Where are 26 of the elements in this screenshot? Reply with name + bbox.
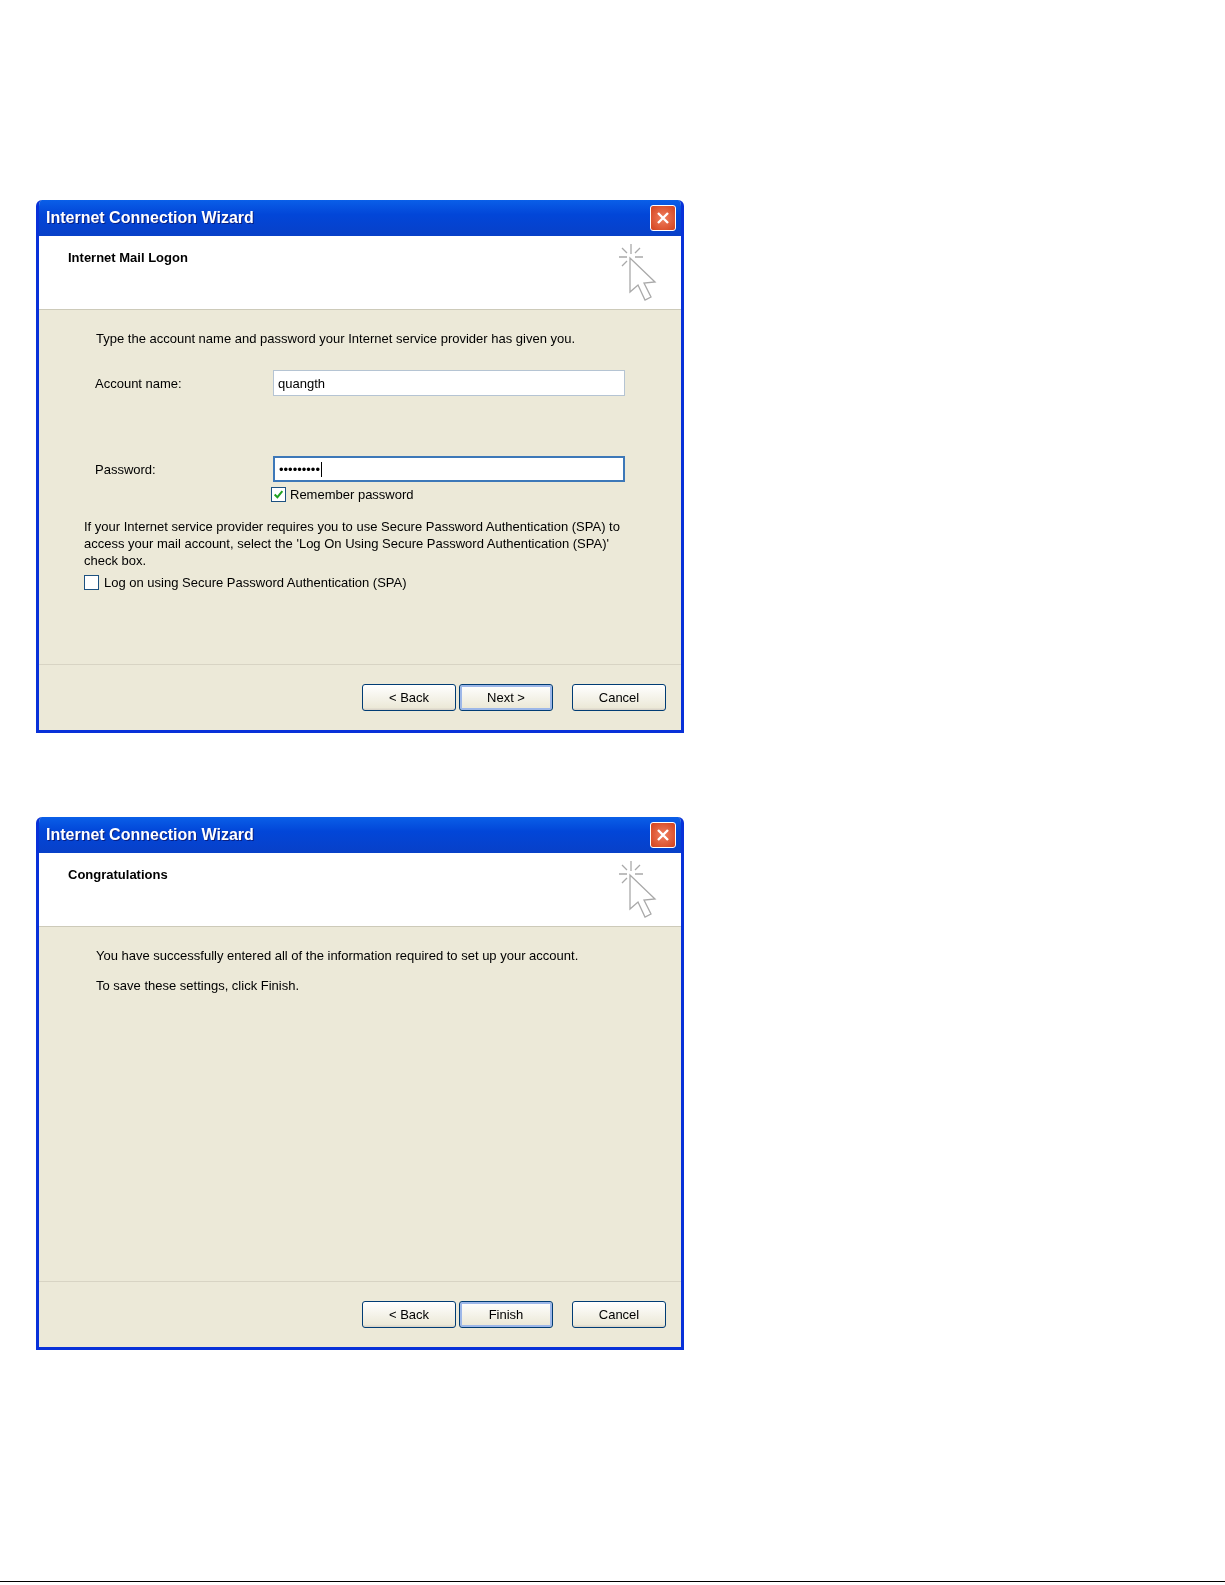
header-title: Congratulations — [68, 867, 168, 882]
wizard-button[interactable]: Cancel — [572, 684, 666, 711]
field-label: Account name: — [95, 375, 183, 391]
close-icon — [656, 211, 670, 225]
wizard-button[interactable]: Cancel — [572, 1301, 666, 1328]
close-icon — [656, 828, 670, 842]
checkbox-label: Log on using Secure Password Authentication (SPA) — [104, 575, 407, 590]
wizard-button[interactable]: Finish — [459, 1301, 553, 1328]
instruction-text: To save these settings, click Finish. — [96, 978, 301, 993]
close-button[interactable] — [650, 205, 676, 231]
wizard-button[interactable]: Next > — [459, 684, 553, 711]
wizard-button[interactable]: < Back — [362, 684, 456, 711]
instruction-text: Type the account name and password your Internet service provider has given you. — [96, 331, 577, 346]
window-title: Internet Connection Wizard — [46, 209, 254, 227]
wizard-button[interactable]: < Back — [362, 1301, 456, 1328]
window-title: Internet Connection Wizard — [46, 826, 254, 844]
input-field[interactable]: quangth — [273, 370, 625, 396]
spa-note: If your Internet service provider requires you to use Secure Password Authentication (SPA) to access your mail account, select the 'Log On Using Secure Password Authentication (SPA)' check box. — [84, 518, 621, 569]
input-field[interactable]: ••••••••• — [273, 456, 625, 482]
header-title: Internet Mail Logon — [68, 250, 188, 265]
checkbox-label: Remember password — [290, 487, 414, 502]
checkbox[interactable] — [84, 575, 99, 590]
checkbox[interactable] — [271, 487, 286, 502]
close-button[interactable] — [650, 822, 676, 848]
field-label: Password: — [95, 461, 157, 477]
instruction-text: You have successfully entered all of the information required to set up your account. — [96, 948, 580, 963]
